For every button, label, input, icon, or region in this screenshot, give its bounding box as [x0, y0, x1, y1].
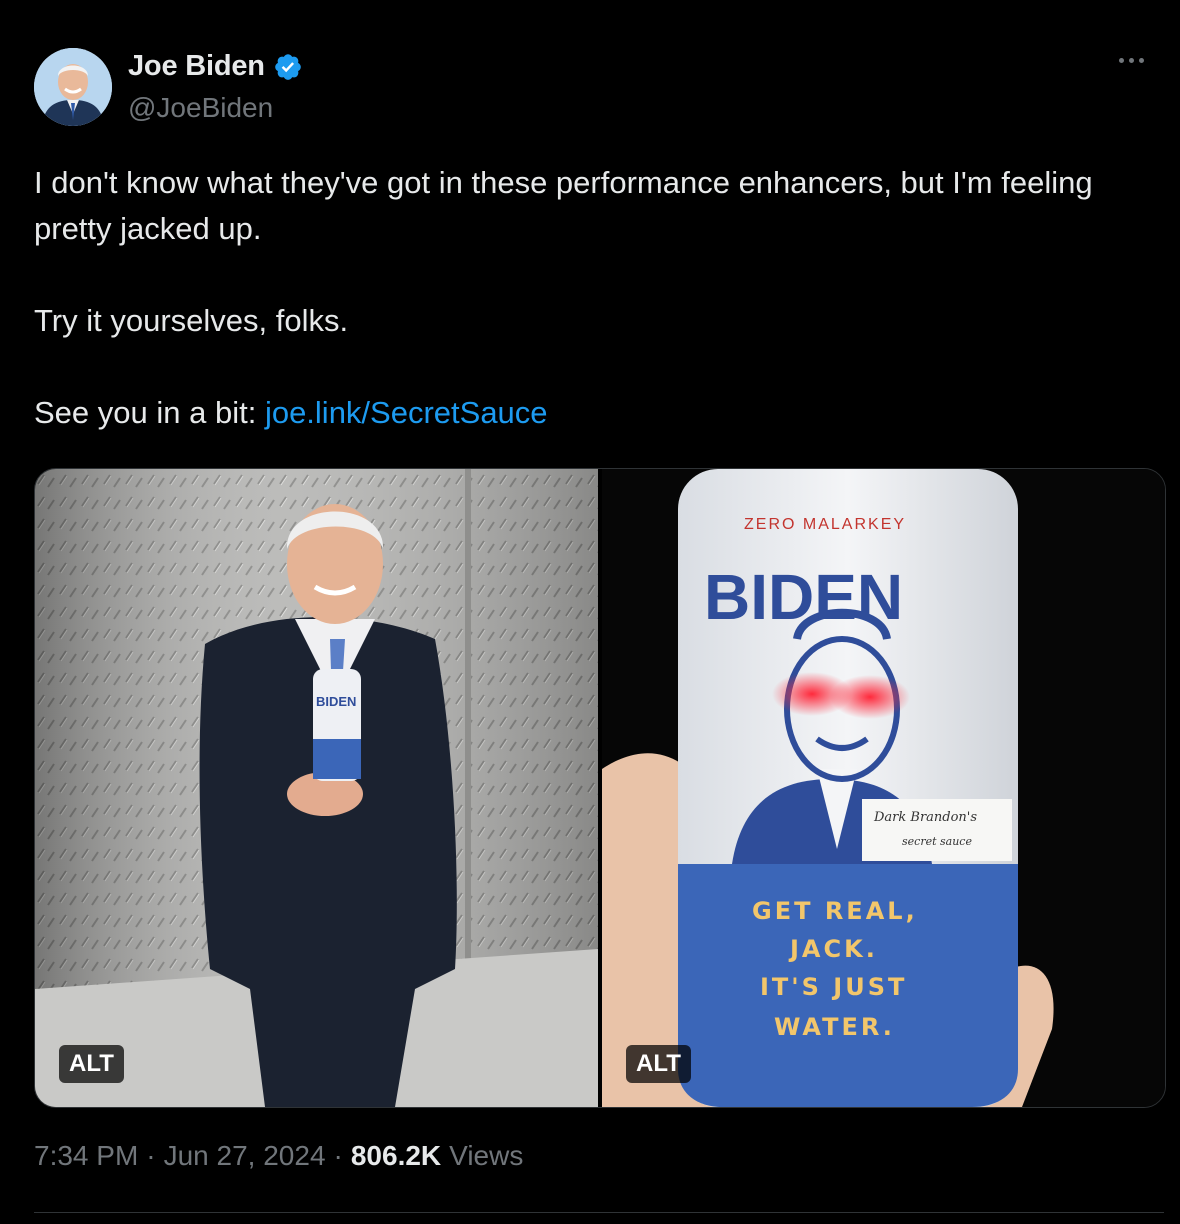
tweet-time[interactable]: 7:34 PM [34, 1140, 138, 1172]
alt-badge-right[interactable]: ALT [626, 1045, 691, 1083]
can-small-label: BIDEN [316, 694, 356, 709]
tweet-meta: 7:34 PM · Jun 27, 2024 · 806.2K Views [34, 1140, 523, 1172]
dot [1139, 58, 1144, 63]
tweet-line-2: Try it yourselves, folks. [34, 303, 349, 338]
can-slogan-1: GET REAL, [752, 897, 918, 925]
can-slogan-3: IT'S JUST [760, 973, 907, 1001]
tweet-link[interactable]: joe.link/SecretSauce [265, 395, 548, 430]
tweet-line-3-prefix: See you in a bit: [34, 395, 265, 430]
views-count: 806.2K [350, 1140, 442, 1171]
meta-separator: · [146, 1140, 156, 1171]
media-grid: BIDEN ALT ZERO MALARKEY BIDEN Dark Brand… [34, 468, 1166, 1108]
can-slogan-2: JACK. [788, 935, 878, 963]
author-display-name[interactable]: Joe Biden [128, 50, 265, 83]
author-handle[interactable]: @JoeBiden [128, 92, 273, 124]
dot [1129, 58, 1134, 63]
dot [1119, 58, 1124, 63]
tweet-line-3: See you in a bit: joe.link/SecretSauce [34, 390, 1144, 436]
can-handwriting-2: secret sauce [902, 835, 972, 848]
photo-left-image: BIDEN [35, 469, 598, 1107]
tweet-date[interactable]: Jun 27, 2024 [164, 1140, 326, 1172]
tweet-text: I don't know what they've got in these p… [34, 160, 1144, 436]
can-slogan-4: WATER. [774, 1013, 895, 1041]
photo-right-image: ZERO MALARKEY BIDEN Dark Brandon's secre… [602, 469, 1165, 1107]
verified-badge-icon [274, 53, 301, 80]
can-top-text: ZERO MALARKEY [744, 516, 906, 533]
alt-badge-left[interactable]: ALT [59, 1045, 124, 1083]
photo-left[interactable]: BIDEN ALT [35, 469, 598, 1107]
tweet-line-1: I don't know what they've got in these p… [34, 165, 1093, 246]
divider [34, 1212, 1164, 1213]
can-handwriting-1: Dark Brandon's [873, 810, 977, 825]
avatar[interactable] [34, 48, 112, 126]
can-brand: BIDEN [704, 561, 903, 633]
photo-right[interactable]: ZERO MALARKEY BIDEN Dark Brandon's secre… [602, 469, 1165, 1107]
avatar-image [34, 48, 112, 126]
views-label: Views [449, 1140, 524, 1171]
more-options-icon[interactable] [1113, 52, 1150, 69]
meta-separator: · [333, 1140, 343, 1171]
author-name-row: Joe Biden [128, 50, 303, 83]
